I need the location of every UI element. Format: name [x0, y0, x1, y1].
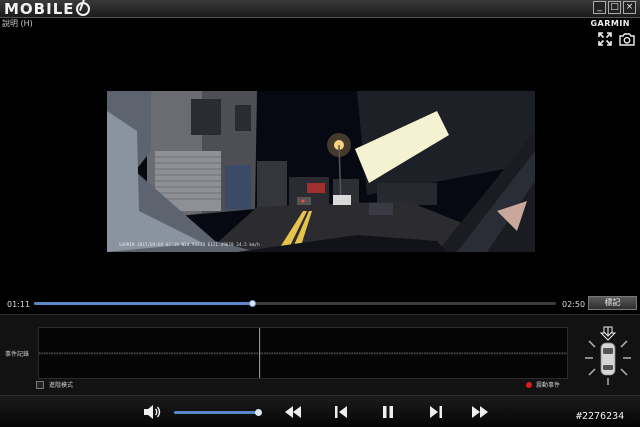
- dashcam-scene: [107, 91, 535, 252]
- menu-help[interactable]: 說明 (H): [2, 18, 33, 30]
- watermark: #2276234: [576, 411, 625, 422]
- volume-icon[interactable]: [142, 404, 162, 420]
- fast-forward-icon[interactable]: [470, 404, 490, 420]
- volume-level: [174, 411, 259, 414]
- advanced-mode-checkbox[interactable]: [36, 381, 44, 389]
- video-overlay-text: GARMIN 2017/09/09 07:19 N24.99848 E121.4…: [119, 242, 260, 247]
- volume-slider[interactable]: [174, 409, 263, 416]
- next-frame-icon[interactable]: [428, 404, 444, 420]
- menu-bar: 說明 (H) GARMIN: [0, 18, 640, 30]
- close-button[interactable]: ×: [623, 1, 636, 14]
- seek-progress: [34, 302, 253, 305]
- mark-button[interactable]: 標記: [588, 296, 637, 310]
- logo-text: MOBILE: [4, 0, 75, 18]
- brand-label: GARMIN: [590, 19, 630, 28]
- seek-handle[interactable]: [249, 300, 257, 307]
- current-time: 01:11: [7, 300, 31, 309]
- logo-mark-icon: [75, 2, 90, 16]
- car-direction-icon: [585, 326, 631, 385]
- minimize-button[interactable]: _: [593, 1, 606, 14]
- event-graph-canvas: [39, 328, 567, 378]
- event-record-label: 事件記錄: [5, 351, 30, 358]
- window-controls: _ □ ×: [593, 1, 636, 14]
- vibration-event-dot: [526, 382, 532, 388]
- volume-handle[interactable]: [255, 409, 263, 416]
- advanced-mode-label: 進階模式: [49, 382, 74, 389]
- pause-icon[interactable]: [381, 404, 395, 420]
- event-panel: 事件記錄 進階模式 震動事件: [0, 314, 640, 396]
- video-frame[interactable]: GARMIN 2017/09/09 07:19 N24.99848 E121.4…: [107, 91, 535, 252]
- seek-bar[interactable]: [34, 300, 556, 307]
- title-bar: MOBILE _ □ ×: [0, 0, 640, 18]
- fullscreen-icon[interactable]: [598, 32, 612, 46]
- camera-icon[interactable]: [619, 32, 635, 46]
- vibration-event-label: 震動事件: [536, 382, 561, 389]
- rewind-icon[interactable]: [283, 404, 303, 420]
- event-graph[interactable]: [38, 327, 568, 379]
- playback-controls: [0, 396, 640, 427]
- app-logo: MOBILE: [4, 1, 90, 17]
- total-time: 02:50: [562, 300, 586, 309]
- previous-frame-icon[interactable]: [333, 404, 349, 420]
- maximize-button[interactable]: □: [608, 1, 621, 14]
